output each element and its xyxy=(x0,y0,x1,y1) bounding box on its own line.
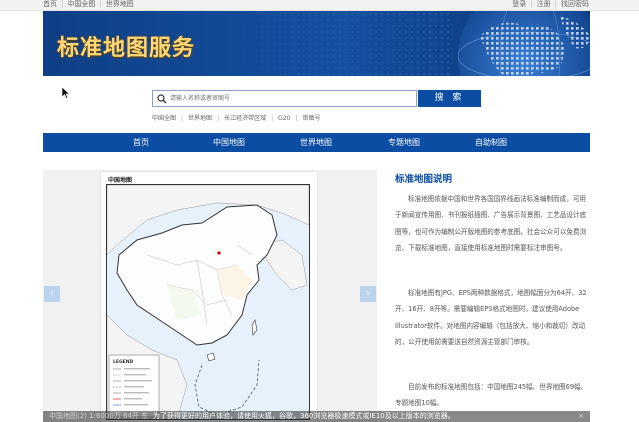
nav-item-custom-map[interactable]: 自助制图 xyxy=(451,133,531,152)
search-button[interactable]: 搜 索 xyxy=(418,90,481,107)
map-legend-title: LEGEND xyxy=(113,359,133,365)
quick-search-links: 中国全图 | 世界地图 | 长江经济带区域 | G20 | 审图号 xyxy=(152,115,321,122)
description-title: 标准地图说明 xyxy=(395,174,453,185)
map-preview-title: 中国地图 xyxy=(108,177,133,184)
search-box xyxy=(152,90,417,107)
map-caption: 中国地图(2) 1:6000万 64开 东 xyxy=(49,412,149,420)
browser-notice-text: 为了获得更好的用户体验，请使用火狐，谷歌，360浏览器极速模式或IE10及以上版… xyxy=(153,412,455,420)
forgot-password-link[interactable]: 找回密码 xyxy=(561,0,589,8)
description-paragraph: 标准地图依据中国和世界各国国界线画法标准编制而成，可用于新闻宣传用图、书刊报纸插… xyxy=(395,195,587,253)
carousel-prev-button[interactable]: ‹ xyxy=(44,286,60,302)
map-preview[interactable]: 中国地图 LEGEND xyxy=(101,172,317,422)
mouse-cursor-icon xyxy=(62,87,70,99)
main-nav: 首页 中国地图 世界地图 专题地图 自助制图 xyxy=(43,133,590,152)
nav-item-home[interactable]: 首页 xyxy=(101,133,181,152)
top-bar-right-links: 登录 | 注册 | 找回密码 xyxy=(512,0,589,8)
browser-notice-bar: 中国地图(2) 1:6000万 64开 东 为了获得更好的用户体验，请使用火狐，… xyxy=(43,411,590,422)
top-link-world-map[interactable]: 世界地图 xyxy=(106,0,134,8)
globe-icon xyxy=(457,11,590,76)
quick-link-china[interactable]: 中国全图 xyxy=(152,115,176,122)
nav-item-china-map[interactable]: 中国地图 xyxy=(189,133,269,152)
map-frame: LEGEND xyxy=(106,184,310,420)
quick-link-review-number[interactable]: 审图号 xyxy=(302,115,320,122)
top-bar: 首页 | 中国全图 | 世界地图 登录 | 注册 | 找回密码 xyxy=(0,0,639,11)
standard-map-description: 标准地图说明 标准地图依据中国和世界各国国界线画法标准编制而成，可用于新闻宣传用… xyxy=(395,171,589,407)
quick-link-world[interactable]: 世界地图 xyxy=(188,115,212,122)
banner-dot-pattern xyxy=(193,11,453,76)
site-title: 标准地图服务 xyxy=(57,36,196,61)
china-map-image: LEGEND xyxy=(107,185,309,419)
register-link[interactable]: 注册 xyxy=(537,0,551,8)
top-link-china-map[interactable]: 中国全图 xyxy=(67,0,95,8)
login-link[interactable]: 登录 xyxy=(512,0,526,8)
quick-link-g20[interactable]: G20 xyxy=(278,115,290,122)
quick-link-yangtze[interactable]: 长江经济带区域 xyxy=(224,115,266,122)
nav-item-thematic-map[interactable]: 专题地图 xyxy=(364,133,444,152)
search-icon xyxy=(157,94,167,104)
top-link-home[interactable]: 首页 xyxy=(43,0,57,8)
description-paragraph: 标准地图有JPG、EPS两种数据格式，地图幅面分为64开、32开、16开、8开等… xyxy=(395,289,587,347)
description-paragraph: 目前发布的标准地图包括：中国地图245幅、世界地图69幅、专题地图10幅。 xyxy=(395,383,588,408)
search-input[interactable] xyxy=(170,92,410,105)
close-icon[interactable]: × xyxy=(578,411,584,422)
site-banner: 标准地图服务 xyxy=(43,11,590,76)
top-bar-left-links: 首页 | 中国全图 | 世界地图 xyxy=(43,0,134,8)
nav-item-world-map[interactable]: 世界地图 xyxy=(276,133,356,152)
map-carousel: 中国地图 LEGEND ‹ › xyxy=(43,170,377,422)
carousel-next-button[interactable]: › xyxy=(360,286,376,302)
